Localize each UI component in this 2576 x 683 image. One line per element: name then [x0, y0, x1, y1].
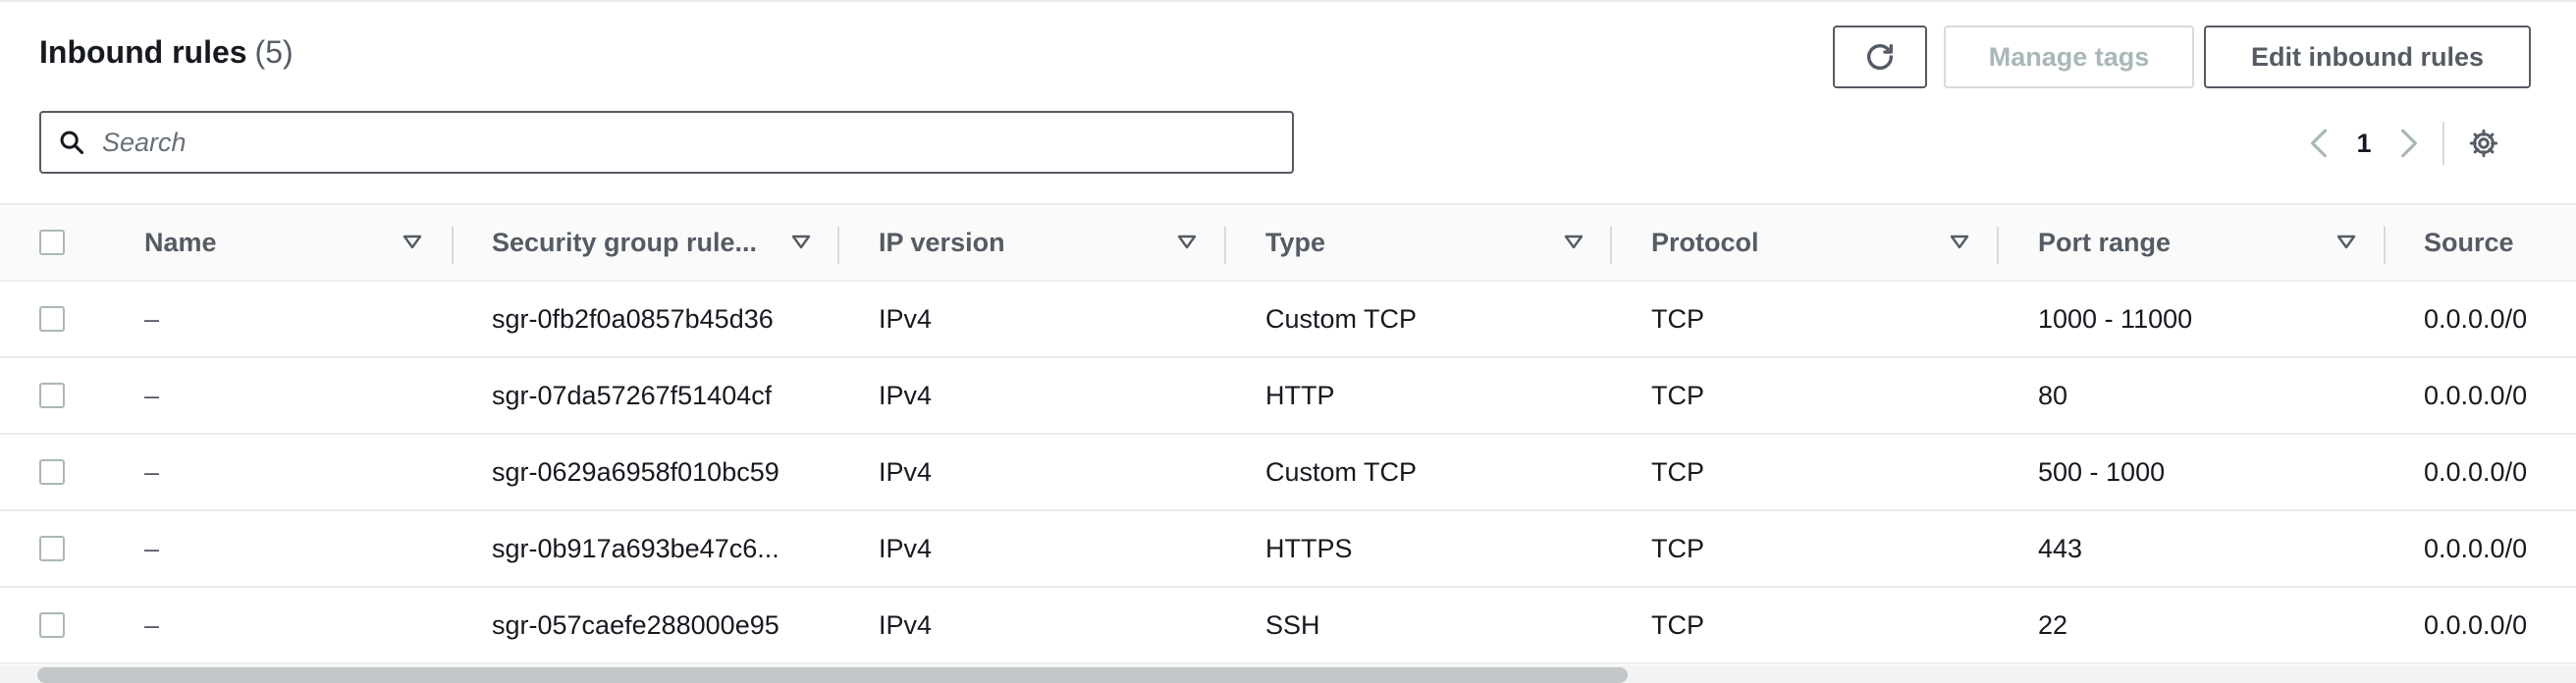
refresh-icon [1866, 43, 1894, 70]
gear-icon [2469, 129, 2498, 158]
manage-tags-button[interactable]: Manage tags [1944, 26, 2194, 88]
cell-name: – [144, 303, 160, 334]
column-header-protocol[interactable]: Protocol [1651, 205, 1759, 280]
sort-down-icon[interactable] [1564, 205, 1583, 280]
cell-name: – [144, 533, 160, 563]
cell-type: SSH [1265, 609, 1320, 640]
select-all-cell [39, 205, 65, 280]
current-page[interactable]: 1 [2340, 129, 2388, 159]
row-checkbox[interactable] [39, 536, 65, 561]
column-header-security-group-rule-id[interactable]: Security group rule... [492, 205, 757, 280]
cell-rule-id: sgr-0629a6958f010bc59 [492, 456, 779, 487]
column-divider[interactable] [1610, 227, 1612, 264]
inbound-rules-table: Name Security group rule... IP version T… [0, 203, 2576, 664]
column-header-ip-version[interactable]: IP version [879, 205, 1005, 280]
column-divider[interactable] [1224, 227, 1226, 264]
table-row[interactable]: – sgr-0629a6958f010bc59 IPv4 Custom TCP … [0, 435, 2576, 511]
select-all-checkbox[interactable] [39, 230, 65, 255]
row-select-cell [39, 588, 65, 662]
sort-down-icon[interactable] [402, 205, 422, 280]
cell-ip-version: IPv4 [879, 609, 933, 640]
search-input[interactable] [102, 115, 1261, 170]
cell-source: 0.0.0.0/0 [2424, 609, 2528, 640]
panel-title: Inbound rules (5) [39, 34, 294, 71]
column-header-port-range[interactable]: Port range [2038, 205, 2171, 280]
cell-protocol: TCP [1651, 456, 1704, 487]
column-header-type[interactable]: Type [1265, 205, 1325, 280]
cell-protocol: TCP [1651, 609, 1704, 640]
cell-type: Custom TCP [1265, 303, 1418, 334]
inbound-rules-panel: Inbound rules (5) Manage tags Edit inboun… [0, 0, 2576, 683]
sort-down-icon[interactable] [2336, 205, 2356, 280]
sort-down-icon[interactable] [791, 205, 811, 280]
sort-down-icon[interactable] [1177, 205, 1197, 280]
cell-source: 0.0.0.0/0 [2424, 380, 2528, 410]
horizontal-scrollbar[interactable] [0, 665, 2576, 683]
cell-ip-version: IPv4 [879, 533, 933, 563]
cell-port-range: 1000 - 11000 [2038, 303, 2193, 334]
cell-ip-version: IPv4 [879, 380, 933, 410]
cell-ip-version: IPv4 [879, 303, 933, 334]
previous-page-button[interactable] [2297, 116, 2340, 171]
cell-name: – [144, 456, 160, 487]
search-box[interactable] [39, 111, 1294, 174]
cell-source: 0.0.0.0/0 [2424, 533, 2528, 563]
row-checkbox[interactable] [39, 306, 65, 332]
row-checkbox[interactable] [39, 612, 65, 638]
search-icon [41, 113, 102, 172]
next-page-button[interactable] [2388, 116, 2431, 171]
row-select-cell [39, 435, 65, 509]
column-divider[interactable] [837, 227, 839, 264]
cell-rule-id: sgr-057caefe288000e95 [492, 609, 779, 640]
column-divider[interactable] [452, 227, 454, 264]
cell-port-range: 443 [2038, 533, 2083, 563]
row-select-cell [39, 358, 65, 433]
table-row[interactable]: – sgr-0b917a693be47c6... IPv4 HTTPS TCP … [0, 511, 2576, 588]
cell-rule-id: sgr-0b917a693be47c6... [492, 533, 779, 563]
pagination-divider [2442, 122, 2444, 165]
cell-protocol: TCP [1651, 380, 1704, 410]
cell-source: 0.0.0.0/0 [2424, 303, 2528, 334]
pagination: 1 [2297, 116, 2507, 171]
chevron-left-icon [2311, 129, 2327, 158]
table-row[interactable]: – sgr-0fb2f0a0857b45d36 IPv4 Custom TCP … [0, 282, 2576, 358]
cell-protocol: TCP [1651, 303, 1704, 334]
cell-source: 0.0.0.0/0 [2424, 456, 2528, 487]
row-select-cell [39, 511, 65, 586]
cell-port-range: 22 [2038, 609, 2068, 640]
table-row[interactable]: – sgr-057caefe288000e95 IPv4 SSH TCP 22 … [0, 588, 2576, 664]
table-header-row: Name Security group rule... IP version T… [0, 203, 2576, 282]
cell-protocol: TCP [1651, 533, 1704, 563]
row-select-cell [39, 282, 65, 356]
refresh-button[interactable] [1833, 26, 1927, 88]
cell-name: – [144, 380, 160, 410]
cell-port-range: 80 [2038, 380, 2068, 410]
row-checkbox[interactable] [39, 459, 65, 485]
table-row[interactable]: – sgr-07da57267f51404cf IPv4 HTTP TCP 80… [0, 358, 2576, 435]
preferences-button[interactable] [2460, 116, 2507, 171]
cell-type: HTTPS [1265, 533, 1353, 563]
column-divider[interactable] [1997, 227, 1999, 264]
chevron-right-icon [2401, 129, 2417, 158]
cell-rule-id: sgr-07da57267f51404cf [492, 380, 773, 410]
cell-port-range: 500 - 1000 [2038, 456, 2166, 487]
cell-type: HTTP [1265, 380, 1335, 410]
scrollbar-thumb[interactable] [37, 667, 1628, 683]
cell-type: Custom TCP [1265, 456, 1418, 487]
column-header-name[interactable]: Name [144, 205, 217, 280]
edit-inbound-rules-button[interactable]: Edit inbound rules [2204, 26, 2531, 88]
cell-ip-version: IPv4 [879, 456, 933, 487]
sort-down-icon[interactable] [1950, 205, 1969, 280]
cell-name: – [144, 609, 160, 640]
column-header-source[interactable]: Source [2424, 205, 2514, 280]
panel-title-text: Inbound rules [39, 34, 247, 70]
column-divider[interactable] [2384, 227, 2386, 264]
cell-rule-id: sgr-0fb2f0a0857b45d36 [492, 303, 774, 334]
row-checkbox[interactable] [39, 383, 65, 408]
rules-count: (5) [254, 34, 294, 70]
